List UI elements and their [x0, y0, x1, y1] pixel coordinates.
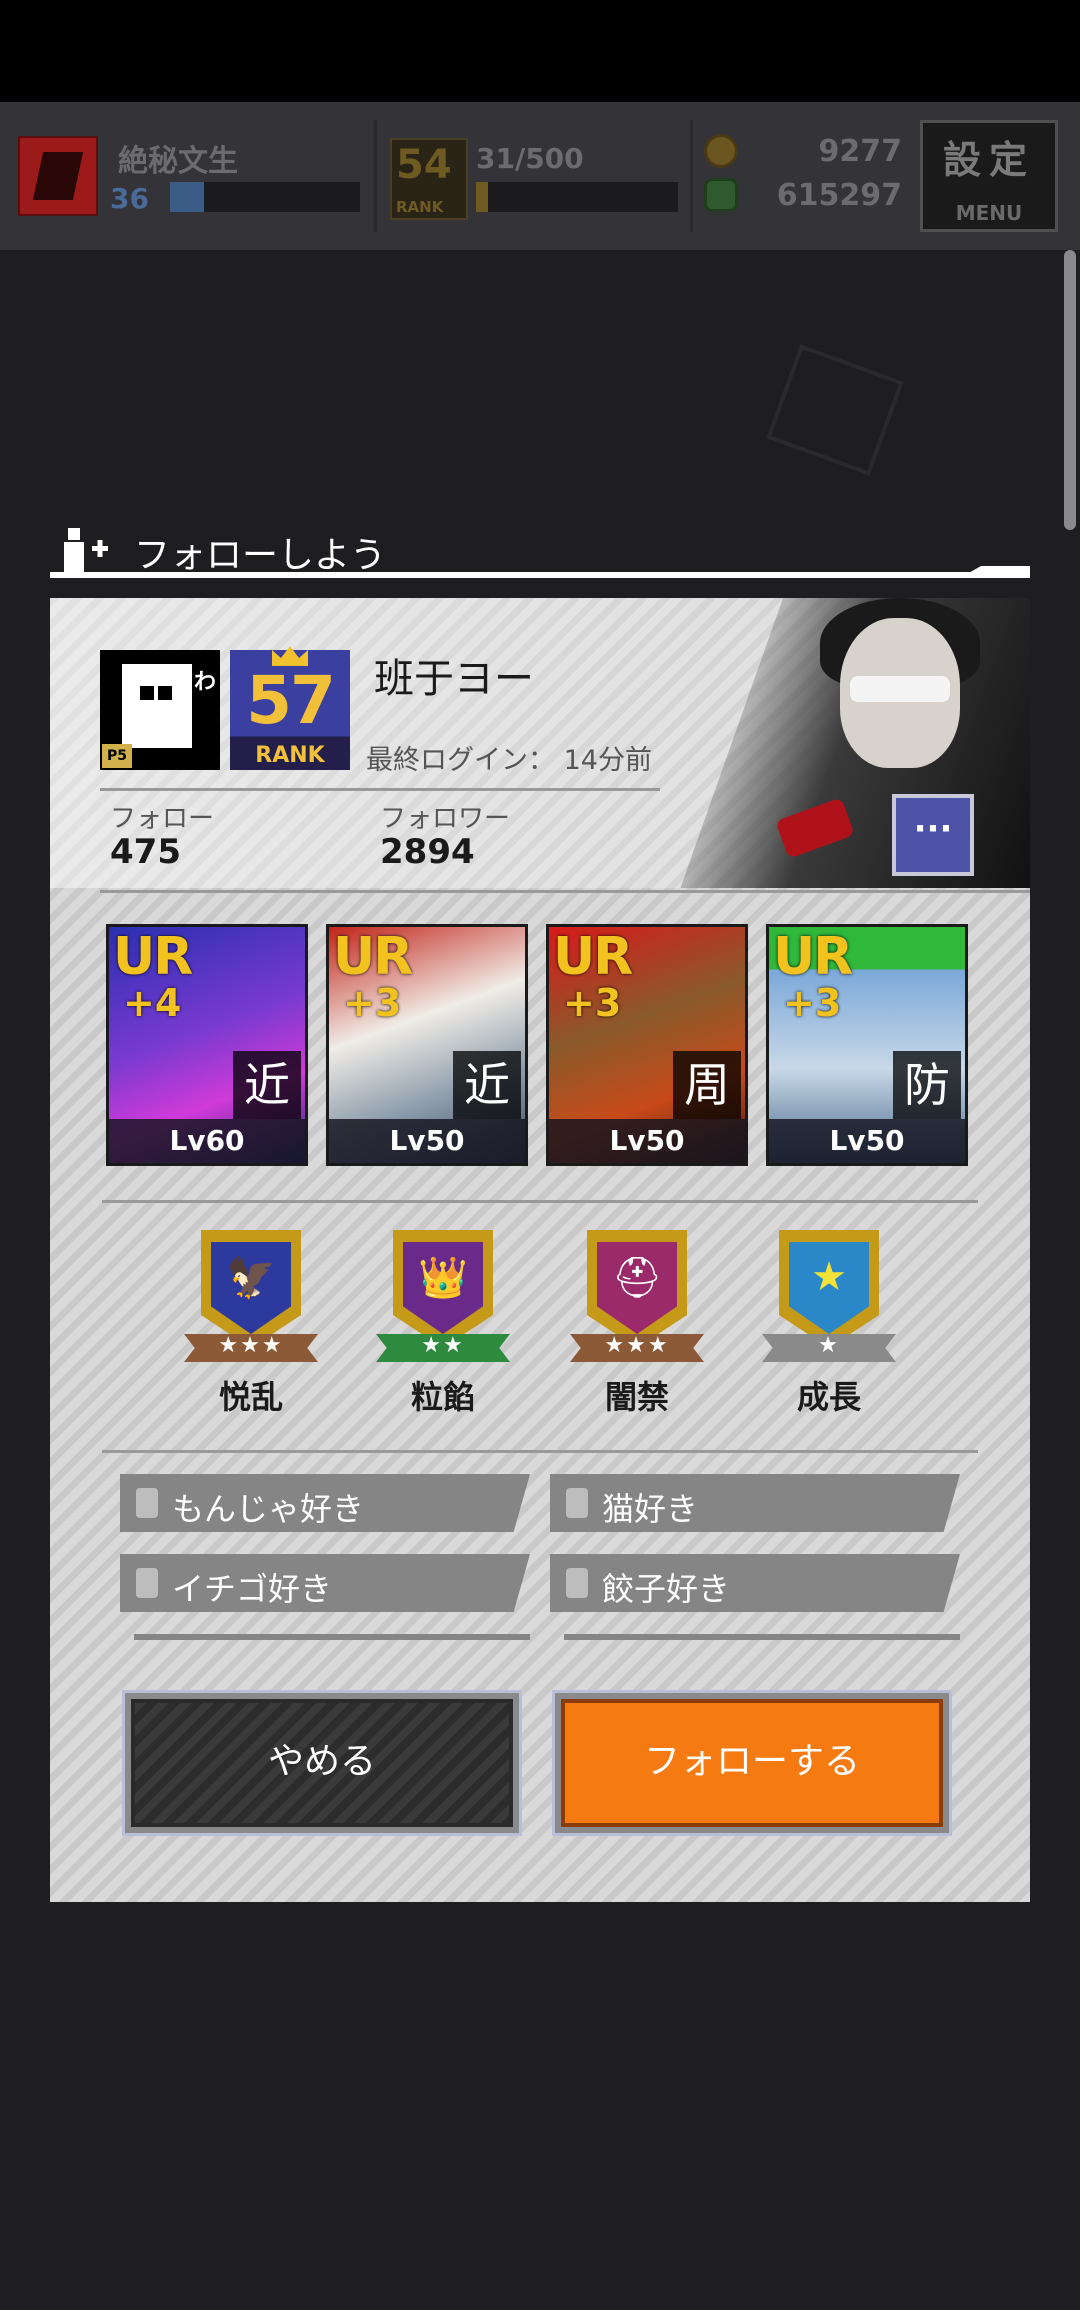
friend-rank-label: RANK — [255, 743, 325, 768]
tag-icon — [566, 1488, 588, 1518]
friend-avatar: わ P5 — [100, 650, 220, 770]
tag-text: 猫好き — [602, 1490, 699, 1528]
emblem[interactable]: ★ ★ 成長 — [754, 1230, 904, 1430]
deck-card[interactable]: UR +3 近 Lv50 — [326, 924, 528, 1166]
divider — [100, 890, 1030, 893]
emblem-stars: ★★ — [421, 1333, 465, 1358]
dialog-title-rule — [50, 572, 1030, 578]
emblem[interactable]: ⛑ ★★★ 闇禁 — [562, 1230, 712, 1430]
card-type: 防 — [893, 1051, 961, 1119]
card-type: 近 — [233, 1051, 301, 1119]
player-level: 36 — [110, 182, 149, 215]
avatar-char: わ — [194, 670, 217, 695]
friend-name: 班于ヨー — [374, 656, 534, 702]
tag-text: もんじゃ好き — [172, 1490, 365, 1528]
emblem[interactable]: 🦅 ★★★ 悦乱 — [176, 1230, 326, 1430]
status-bar — [0, 0, 1080, 102]
follow-label: フォローする — [561, 1699, 943, 1827]
tag-list-edge — [134, 1634, 530, 1640]
card-rarity: UR — [113, 927, 193, 987]
tag-icon — [566, 1568, 588, 1598]
tag-list-edge — [564, 1634, 960, 1640]
star-icon: ★ — [811, 1254, 847, 1300]
top-hud: 絶秘文生 36 54 RANK 31/500 — [0, 102, 1080, 250]
crown-icon: 👑 — [418, 1255, 468, 1301]
tag-text: イチゴ好き — [172, 1570, 333, 1608]
cancel-button[interactable]: やめる — [122, 1690, 522, 1836]
card-plus: +3 — [563, 981, 622, 1025]
exp-bar — [170, 182, 360, 212]
interest-tag: 餃子好き — [550, 1554, 960, 1612]
eagle-icon: 🦅 — [226, 1255, 276, 1301]
emblem-name: 成長 — [796, 1378, 861, 1416]
interest-tag: もんじゃ好き — [120, 1474, 530, 1532]
money-count: 615297 — [776, 178, 902, 213]
card-rarity: UR — [553, 927, 633, 987]
follower-count: 2894 — [380, 832, 475, 872]
follow-label: フォロー — [110, 804, 215, 834]
emblem[interactable]: 👑 ★★ 粒餡 — [368, 1230, 518, 1430]
player-avatar-icon[interactable] — [18, 136, 98, 216]
knight-helmet-icon: ⛑ — [611, 1255, 663, 1301]
emblem-name: 悦乱 — [218, 1378, 283, 1416]
player-name: 絶秘文生 — [118, 144, 238, 179]
friend-rank-badge: 57 RANK — [230, 646, 350, 770]
stamina-text: 31/500 — [476, 142, 584, 175]
ellipsis-icon: ··· — [913, 809, 953, 849]
rank-number: 54 — [396, 142, 452, 188]
add-person-icon — [64, 528, 108, 572]
emblem-stars: ★★★ — [604, 1333, 670, 1358]
card-rarity: UR — [773, 927, 853, 987]
p5-badge: P5 — [102, 744, 132, 768]
tag-icon — [136, 1568, 158, 1598]
card-level: Lv50 — [329, 1119, 525, 1163]
card-plus: +3 — [343, 981, 402, 1025]
emblem-stars: ★ — [818, 1333, 840, 1358]
emblem-name: 闇禁 — [604, 1378, 669, 1416]
card-level: Lv60 — [109, 1119, 305, 1163]
card-type: 周 — [673, 1051, 741, 1119]
divider — [690, 120, 693, 232]
divider — [102, 1450, 978, 1453]
stamina-bar — [476, 182, 678, 212]
tag-text: 餃子好き — [602, 1570, 731, 1608]
money-icon — [704, 178, 738, 212]
divider — [102, 1200, 978, 1203]
deck-card[interactable]: UR +4 近 Lv60 — [106, 924, 308, 1166]
dialog-header: フォローしよう — [50, 520, 1030, 580]
deck-card[interactable]: UR +3 周 Lv50 — [546, 924, 748, 1166]
card-type: 近 — [453, 1051, 521, 1119]
rank-badge: 54 RANK — [390, 138, 468, 220]
menu-label: MENU — [955, 201, 1023, 225]
card-level: Lv50 — [769, 1119, 965, 1163]
card-plus: +4 — [123, 981, 182, 1025]
interest-tag: イチゴ好き — [120, 1554, 530, 1612]
background-decoration — [766, 344, 904, 476]
cancel-label: やめる — [131, 1699, 513, 1827]
deck-card[interactable]: UR +3 防 Lv50 — [766, 924, 968, 1166]
follow-dialog: わ P5 57 RANK 班于ヨー 最終ログイン： 14分前 フォロー 475 … — [50, 598, 1030, 1902]
more-options-button[interactable]: ··· — [892, 794, 974, 876]
rank-label: RANK — [396, 198, 444, 216]
menu-button[interactable]: 設定 MENU — [920, 120, 1058, 232]
follow-button[interactable]: フォローする — [552, 1690, 952, 1836]
friend-rank-number: 57 — [246, 662, 336, 739]
divider — [100, 788, 660, 791]
emblem-stars: ★★★ — [218, 1333, 284, 1358]
card-level: Lv50 — [549, 1119, 745, 1163]
follow-count: 475 — [110, 832, 181, 872]
card-rarity: UR — [333, 927, 413, 987]
interest-tag: 猫好き — [550, 1474, 960, 1532]
menu-kanji: 設定 — [942, 138, 1035, 182]
last-login: 最終ログイン： 14分前 — [366, 745, 652, 776]
coin-icon — [704, 134, 738, 168]
emblem-name: 粒餡 — [410, 1378, 475, 1416]
tag-icon — [136, 1488, 158, 1518]
dialog-title: フォローしよう — [134, 535, 387, 576]
scrollbar[interactable] — [1064, 250, 1076, 530]
coin-count: 9277 — [818, 134, 903, 169]
follower-label: フォロワー — [380, 804, 511, 834]
card-plus: +3 — [783, 981, 842, 1025]
divider — [374, 120, 377, 232]
